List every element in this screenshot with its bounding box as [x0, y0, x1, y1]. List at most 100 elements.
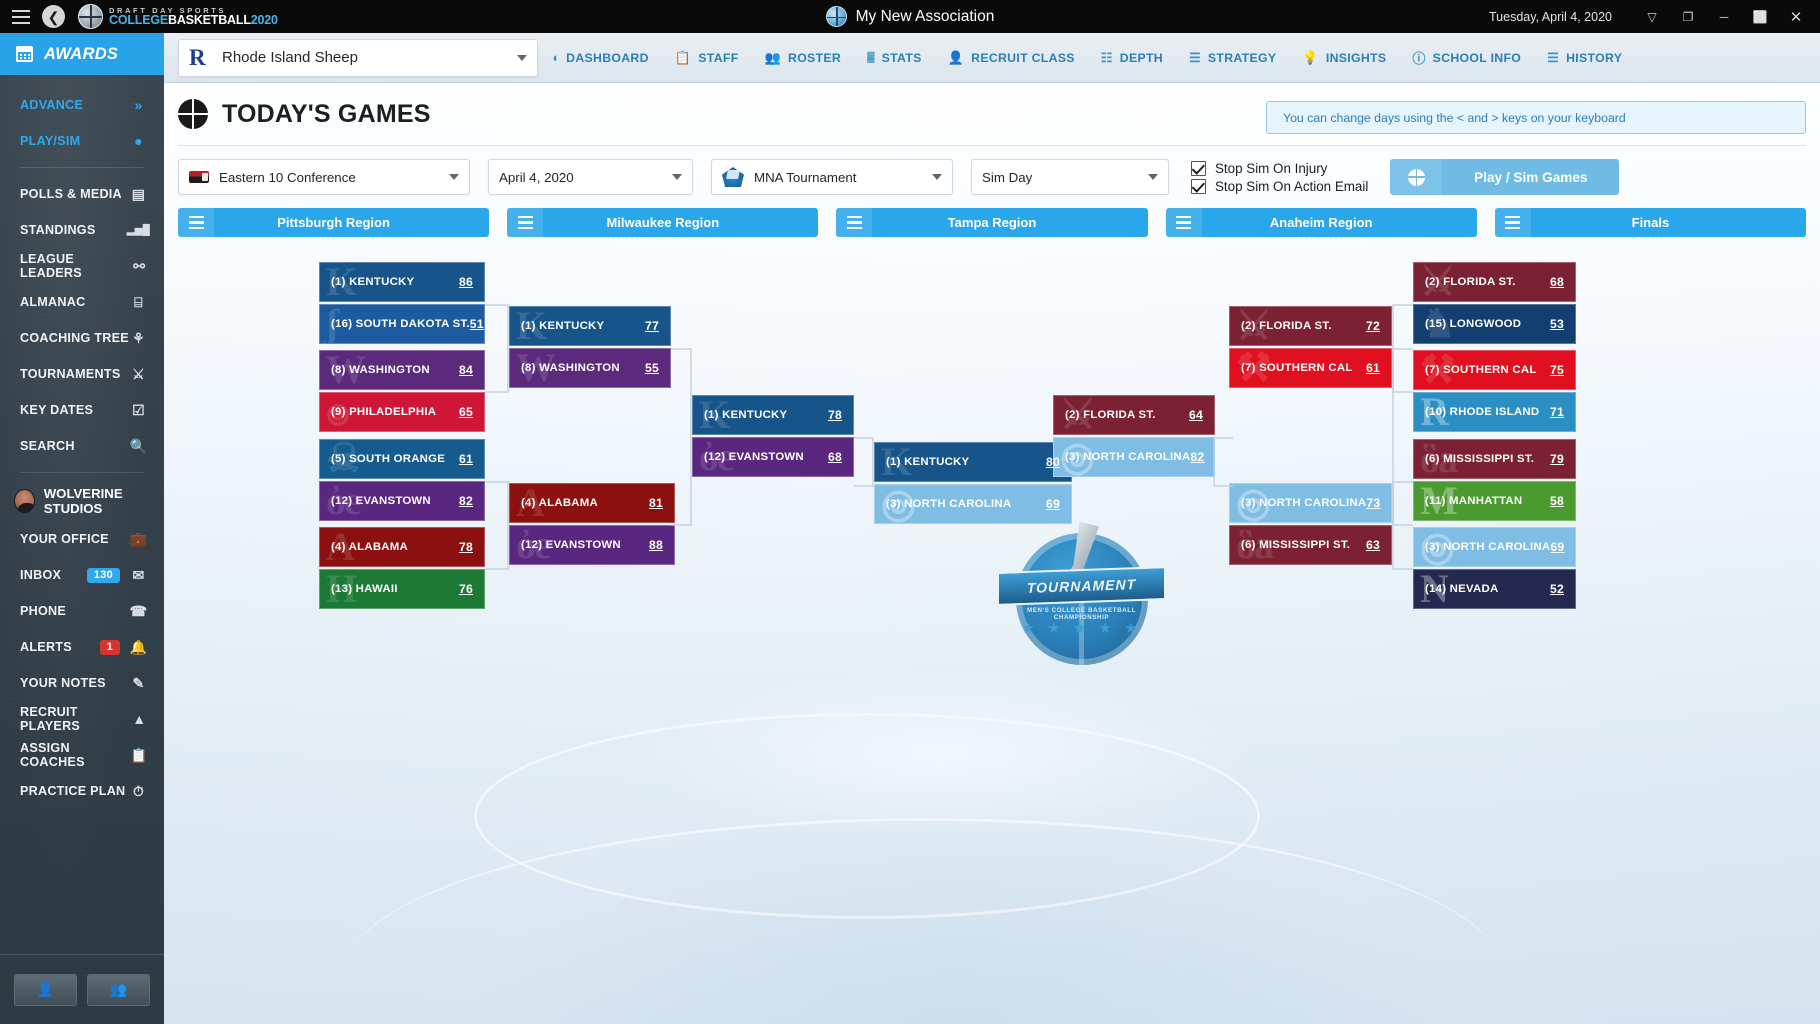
- region-header-milwaukee[interactable]: Milwaukee Region: [507, 208, 819, 237]
- sidebar-item-phone[interactable]: PHONE ☎: [0, 593, 164, 629]
- date-selector[interactable]: April 4, 2020: [488, 159, 693, 195]
- sidebar-item-search[interactable]: SEARCH 🔍: [0, 428, 164, 464]
- conference-selector[interactable]: Eastern 10 Conference: [178, 159, 470, 195]
- bracket-team-row[interactable]: K (1) KENTUCKY 80: [874, 442, 1072, 482]
- tab-staff[interactable]: 📋 STAFF: [662, 33, 752, 83]
- tab-stats[interactable]: ▓ STATS: [854, 33, 935, 83]
- minimize-icon[interactable]: ─: [1706, 0, 1742, 33]
- sidebar-item-recruit-players[interactable]: RECRUIT PLAYERS ▲: [0, 701, 164, 737]
- sidebar-item-tournaments[interactable]: TOURNAMENTS ⚔: [0, 356, 164, 392]
- tab-dashboard[interactable]: ◖ DASHBOARD: [538, 33, 662, 83]
- sidebar-item-league-leaders[interactable]: LEAGUE LEADERS ⚯: [0, 248, 164, 284]
- bracket-team-row[interactable]: K (1) KENTUCKY 78: [692, 395, 854, 435]
- bracket-team-row[interactable]: ◎ (3) NORTH CAROLINA 69: [874, 484, 1072, 524]
- sidebar-item-coaching-tree[interactable]: COACHING TREE ⚘: [0, 320, 164, 356]
- bracket-matchup[interactable]: ☠ (5) SOUTH ORANGE 61 ὀe (12) EVANSTOWN 82: [319, 439, 485, 521]
- bracket-team-row[interactable]: ♞ (15) LONGWOOD 53: [1413, 304, 1576, 344]
- bracket-team-row[interactable]: H (13) HAWAII 76: [319, 569, 485, 609]
- sidebar-item-awards[interactable]: AWARDS: [0, 33, 164, 75]
- bracket-team-row[interactable]: ὀe (12) EVANSTOWN 68: [692, 437, 854, 477]
- bracket-team-row[interactable]: ⚒ (7) SOUTHERN CAL 75: [1413, 350, 1576, 390]
- bracket-team-row[interactable]: ◎ (3) NORTH CAROLINA 73: [1229, 483, 1392, 523]
- bracket-matchup[interactable]: ὃa (6) MISSISSIPPI ST. 79 M (11) MANHATTAN 58: [1413, 439, 1576, 521]
- restore-icon[interactable]: ⬜: [1742, 0, 1778, 33]
- bracket-team-row[interactable]: ὃa (6) MISSISSIPPI ST. 79: [1413, 439, 1576, 479]
- bracket-matchup[interactable]: ⚔ (2) FLORIDA ST. 68 ♞ (15) LONGWOOD 53: [1413, 262, 1576, 344]
- bracket-team-row[interactable]: ☠ (5) SOUTH ORANGE 61: [319, 439, 485, 479]
- sidebar-item-your-notes[interactable]: YOUR NOTES ✎: [0, 665, 164, 701]
- tab-recruit-class[interactable]: 👤 RECRUIT CLASS: [935, 33, 1088, 83]
- bracket-matchup[interactable]: K (1) KENTUCKY 78 ὀe (12) EVANSTOWN 68: [692, 395, 854, 477]
- sidebar-item-assign-coaches[interactable]: ASSIGN COACHES 📋: [0, 737, 164, 773]
- region-header-finals[interactable]: Finals: [1494, 208, 1807, 237]
- sidebar-item-standings[interactable]: STANDINGS ▂▅█: [0, 212, 164, 248]
- tab-roster[interactable]: 👥 ROSTER: [752, 33, 855, 83]
- region-header-tampa[interactable]: Tampa Region: [836, 208, 1148, 237]
- bracket-team-row[interactable]: ⚔ (2) FLORIDA ST. 68: [1413, 262, 1576, 302]
- bracket-team-row[interactable]: W (8) WASHINGTON 84: [319, 350, 485, 390]
- bracket-team-row[interactable]: W (8) WASHINGTON 55: [509, 348, 671, 388]
- bracket-matchup[interactable]: ⚔ (2) FLORIDA ST. 64 ◎ (3) NORTH CAROLINA 82: [1053, 395, 1215, 477]
- bracket-team-row[interactable]: K (1) KENTUCKY 77: [509, 306, 671, 346]
- stop-sim-action-email-checkbox[interactable]: Stop Sim On Action Email: [1191, 178, 1368, 194]
- tournament-banner-text: TOURNAMENT: [999, 566, 1164, 606]
- bracket-matchup[interactable]: ◎ (3) NORTH CAROLINA 69 N (14) NEVADA 52: [1413, 527, 1576, 609]
- studio-profile[interactable]: WOLVERINE STUDIOS: [0, 481, 164, 521]
- region-header-pittsburgh[interactable]: Pittsburgh Region: [178, 208, 490, 237]
- bracket-team-row[interactable]: ◎ (3) NORTH CAROLINA 82: [1053, 437, 1215, 477]
- stop-sim-injury-checkbox[interactable]: Stop Sim On Injury: [1191, 160, 1368, 176]
- bracket-team-row[interactable]: ὀe (12) EVANSTOWN 88: [509, 525, 675, 565]
- checkbox-icon: [1191, 160, 1206, 176]
- sidebar-item-inbox[interactable]: INBOX 130 ✉: [0, 557, 164, 593]
- team-name: (13) HAWAII: [331, 583, 398, 595]
- team-selector[interactable]: R Rhode Island Sheep: [178, 38, 538, 77]
- chevron-down-icon[interactable]: ▽: [1634, 0, 1670, 33]
- bracket-team-row[interactable]: ʃ (16) SOUTH DAKOTA ST. 51: [319, 304, 485, 344]
- bracket-matchup[interactable]: ⚔ (2) FLORIDA ST. 72 ⚒ (7) SOUTHERN CAL 61: [1229, 306, 1392, 388]
- bracket-matchup[interactable]: K (1) KENTUCKY 77 W (8) WASHINGTON 55: [509, 306, 671, 388]
- bracket-team-row[interactable]: A (4) ALABAMA 81: [509, 483, 675, 523]
- back-arrow-icon[interactable]: ❮: [42, 5, 65, 28]
- bracket-matchup[interactable]: ⚒ (7) SOUTHERN CAL 75 R (10) RHODE ISLAND 71: [1413, 350, 1576, 432]
- bracket-matchup[interactable]: ◎ (3) NORTH CAROLINA 73 ὃa (6) MISSISSIPPI S…: [1229, 483, 1392, 565]
- sidebar-item-practice-plan[interactable]: PRACTICE PLAN ⏱: [0, 773, 164, 809]
- region-header-anaheim[interactable]: Anaheim Region: [1165, 208, 1477, 237]
- play-sim-games-button[interactable]: Play / Sim Games: [1390, 159, 1620, 195]
- bracket-team-row[interactable]: K (1) KENTUCKY 86: [319, 262, 485, 302]
- bracket-team-row[interactable]: ◎ (3) NORTH CAROLINA 69: [1413, 527, 1576, 567]
- bracket-team-row[interactable]: ⚒ (7) SOUTHERN CAL 61: [1229, 348, 1392, 388]
- tournament-selector[interactable]: MNA Tournament: [711, 159, 953, 195]
- hamburger-icon[interactable]: [6, 9, 36, 24]
- maximize-icon[interactable]: ❐: [1670, 0, 1706, 33]
- sim-mode-selector[interactable]: Sim Day: [971, 159, 1169, 195]
- tab-history[interactable]: ☰ HISTORY: [1534, 33, 1635, 83]
- bracket-team-row[interactable]: ๏ (9) PHILADELPHIA 65: [319, 392, 485, 432]
- tab-school-info[interactable]: ⓘ SCHOOL INFO: [1399, 33, 1534, 83]
- sidebar-item-key-dates[interactable]: KEY DATES ☑: [0, 392, 164, 428]
- sidebar-item-advance[interactable]: ADVANCE »: [0, 87, 164, 123]
- close-icon[interactable]: ✕: [1778, 0, 1814, 33]
- sidebar-item-alerts[interactable]: ALERTS 1 🔔: [0, 629, 164, 665]
- bracket-matchup[interactable]: K (1) KENTUCKY 86 ʃ (16) SOUTH DAKOTA ST. 51: [319, 262, 485, 344]
- tab-strategy[interactable]: ☰ STRATEGY: [1176, 33, 1289, 83]
- sidebar-item-almanac[interactable]: ALMANAC ⌸: [0, 284, 164, 320]
- user-profile-button[interactable]: 👤: [14, 973, 77, 1006]
- bracket-team-row[interactable]: A (4) ALABAMA 78: [319, 527, 485, 567]
- bracket-matchup[interactable]: W (8) WASHINGTON 84 ๏ (9) PHILADELPHIA 65: [319, 350, 485, 432]
- bracket-matchup[interactable]: A (4) ALABAMA 81 ὀe (12) EVANSTOWN 88: [509, 483, 675, 565]
- sidebar-item-play-sim[interactable]: PLAY/SIM ●: [0, 123, 164, 159]
- sidebar-item-polls-media[interactable]: POLLS & MEDIA ▤: [0, 176, 164, 212]
- bracket-team-row[interactable]: M (11) MANHATTAN 58: [1413, 481, 1576, 521]
- sidebar-item-your-office[interactable]: YOUR OFFICE 💼: [0, 521, 164, 557]
- bracket-team-row[interactable]: ⚔ (2) FLORIDA ST. 72: [1229, 306, 1392, 346]
- bracket-team-row[interactable]: N (14) NEVADA 52: [1413, 569, 1576, 609]
- bracket-matchup[interactable]: A (4) ALABAMA 78 H (13) HAWAII 76: [319, 527, 485, 609]
- bracket-team-row[interactable]: ⚔ (2) FLORIDA ST. 64: [1053, 395, 1215, 435]
- bracket-matchup[interactable]: K (1) KENTUCKY 80 ◎ (3) NORTH CAROLINA 69: [874, 442, 1072, 524]
- tab-depth[interactable]: ☷ DEPTH: [1088, 33, 1176, 83]
- tab-insights[interactable]: 💡 INSIGHTS: [1289, 33, 1399, 83]
- manage-users-button[interactable]: 👥: [87, 973, 150, 1006]
- bracket-team-row[interactable]: ὃa (6) MISSISSIPPI ST. 63: [1229, 525, 1392, 565]
- bracket-team-row[interactable]: R (10) RHODE ISLAND 71: [1413, 392, 1576, 432]
- bracket-team-row[interactable]: ὀe (12) EVANSTOWN 82: [319, 481, 485, 521]
